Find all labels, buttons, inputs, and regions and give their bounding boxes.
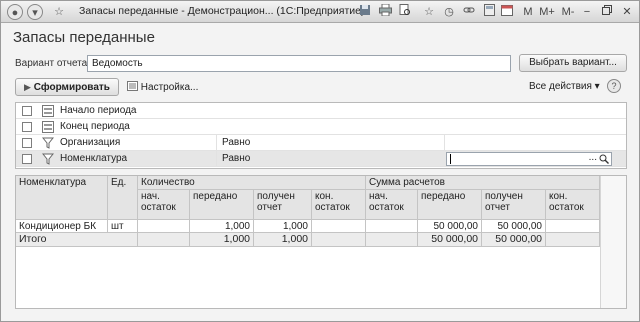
generate-button-label: Сформировать	[33, 82, 110, 93]
column-group-amount: Сумма расчетов	[366, 176, 600, 190]
filter-row-organization[interactable]: Организация Равно	[16, 135, 626, 151]
select-button[interactable]: ...	[589, 152, 597, 163]
total-value: 1,000	[190, 233, 254, 247]
report-spreadsheet[interactable]: Номенклатура Ед. Количество Сумма расчет…	[15, 175, 627, 309]
settings-icon	[127, 81, 138, 91]
filter-value-input[interactable]: ...	[446, 152, 612, 166]
save-icon[interactable]	[357, 4, 373, 20]
window-title: Запасы переданные - Демонстрацион... (1С…	[79, 5, 365, 17]
column-header-report-received: получен отчет	[254, 190, 312, 220]
filter-row-period-end[interactable]: Конец периода	[16, 119, 626, 135]
link-icon[interactable]	[461, 4, 477, 20]
search-icon[interactable]	[599, 154, 609, 164]
preview-icon[interactable]	[397, 4, 413, 20]
favorites-icon[interactable]: ☆	[421, 4, 437, 20]
total-value: 1,000	[254, 233, 312, 247]
filter-operator: Равно	[222, 137, 251, 148]
filter-checkbox[interactable]	[22, 138, 32, 148]
filter-row-nomenclature[interactable]: Номенклатура Равно ...	[16, 151, 626, 167]
column-header-nomenclature: Номенклатура	[16, 176, 108, 220]
row-value	[312, 220, 366, 233]
row-nomenclature: Кондиционер БК	[16, 220, 108, 233]
memory-minus-button[interactable]: M-	[559, 4, 577, 20]
app-logo-icon[interactable]: ●	[7, 4, 23, 20]
filter-name: Номенклатура	[60, 153, 128, 164]
generate-button[interactable]: ▶ Сформировать	[15, 78, 119, 96]
column-header-amount-end-balance: кон. остаток	[546, 190, 600, 220]
total-value	[312, 233, 366, 247]
filter-checkbox[interactable]	[22, 122, 32, 132]
restore-icon[interactable]	[599, 4, 615, 20]
row-value	[366, 220, 418, 233]
choose-variant-button[interactable]: Выбрать вариант...	[519, 54, 627, 72]
filter-name: Начало периода	[60, 105, 137, 116]
filter-operator: Равно	[222, 153, 251, 164]
help-button[interactable]: ?	[607, 79, 621, 93]
settings-label: Настройка...	[140, 82, 199, 93]
minimize-icon[interactable]: −	[579, 4, 595, 20]
column-group-quantity: Количество	[138, 176, 366, 190]
total-value	[138, 233, 190, 247]
filter-funnel-icon	[41, 153, 55, 165]
column-header-transferred: передано	[190, 190, 254, 220]
variant-field[interactable]: Ведомость	[87, 55, 511, 72]
row-value	[546, 220, 600, 233]
filter-name: Конец периода	[60, 121, 130, 132]
total-label: Итого	[16, 233, 138, 247]
filter-funnel-icon	[41, 137, 55, 149]
memory-plus-button[interactable]: M+	[537, 4, 557, 20]
row-value: 1,000	[254, 220, 312, 233]
column-header-amount-report-received: получен отчет	[482, 190, 546, 220]
filter-checkbox[interactable]	[22, 154, 32, 164]
column-header-end-balance: кон. остаток	[312, 190, 366, 220]
filter-checkbox[interactable]	[22, 106, 32, 116]
column-divider	[444, 135, 445, 151]
report-window: ● ▾ ☆ Запасы переданные - Демонстрацион.…	[0, 0, 640, 322]
filter-name: Организация	[60, 137, 121, 148]
column-header-amount-transferred: передано	[418, 190, 482, 220]
column-header-start-balance: нач. остаток	[138, 190, 190, 220]
total-value: 50 000,00	[482, 233, 546, 247]
memory-m-button[interactable]: M	[521, 4, 535, 20]
filter-row-period-start[interactable]: Начало периода	[16, 103, 626, 119]
all-actions-menu[interactable]: Все действия ▾	[529, 81, 600, 92]
calculator-icon[interactable]	[481, 4, 497, 20]
column-header-unit: Ед.	[108, 176, 138, 220]
row-value: 1,000	[190, 220, 254, 233]
parameter-icon	[42, 105, 54, 117]
column-divider	[216, 135, 217, 151]
favorite-star-icon[interactable]: ☆	[51, 4, 67, 20]
menu-dropdown-icon[interactable]: ▾	[27, 4, 43, 20]
row-unit: шт	[108, 220, 138, 233]
calendar-icon[interactable]	[499, 4, 515, 20]
total-value	[366, 233, 418, 247]
total-value: 50 000,00	[418, 233, 482, 247]
settings-button[interactable]: Настройка...	[127, 81, 198, 93]
variant-label: Вариант отчета:	[15, 58, 90, 69]
text-cursor	[450, 154, 451, 164]
print-icon[interactable]	[377, 3, 393, 20]
vertical-scrollbar[interactable]	[600, 176, 626, 308]
row-value	[138, 220, 190, 233]
column-divider	[216, 151, 217, 167]
form-title: Запасы переданные	[13, 29, 155, 46]
title-bar: ● ▾ ☆ Запасы переданные - Демонстрацион.…	[1, 1, 639, 23]
history-icon[interactable]: ◷	[441, 4, 457, 20]
close-icon[interactable]: ✕	[619, 4, 635, 20]
play-icon: ▶	[24, 82, 31, 92]
filter-settings-list: Начало периода Конец периода Организация…	[15, 102, 627, 169]
column-header-amount-start-balance: нач. остаток	[366, 190, 418, 220]
row-value: 50 000,00	[418, 220, 482, 233]
total-value	[546, 233, 600, 247]
parameter-icon	[42, 121, 54, 133]
row-value: 50 000,00	[482, 220, 546, 233]
